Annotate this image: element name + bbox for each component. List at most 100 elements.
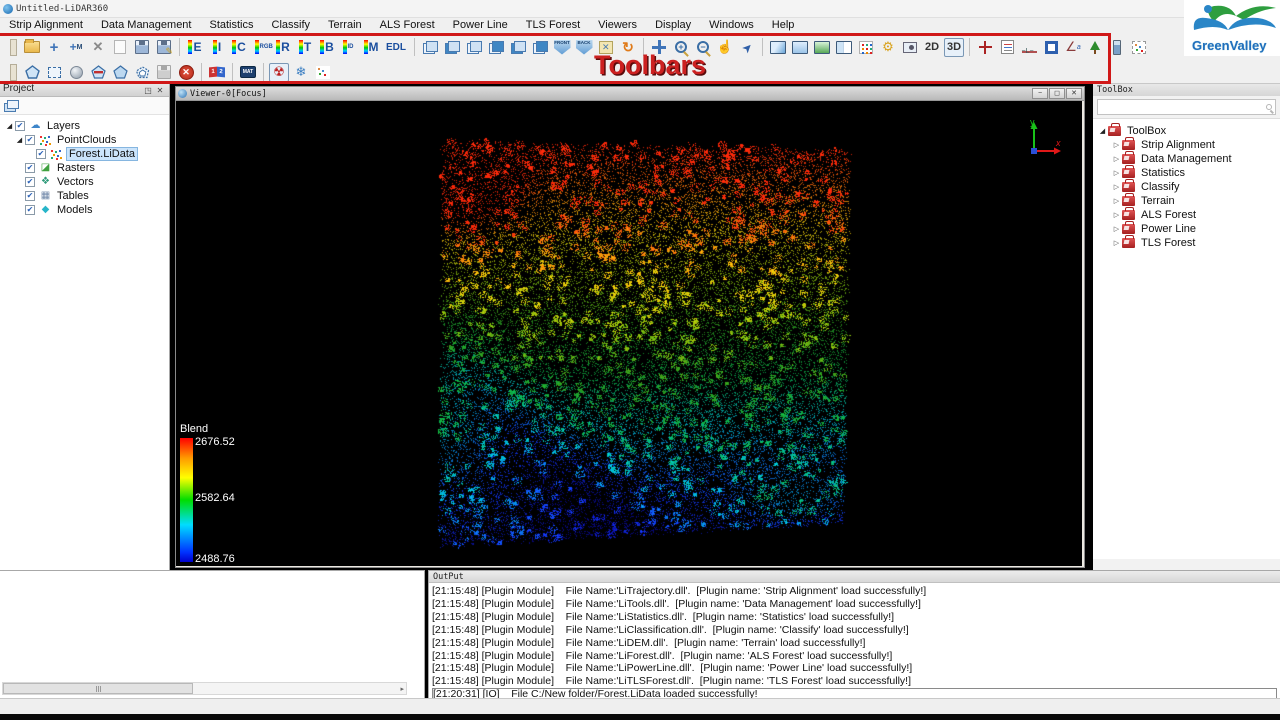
add-model-icon[interactable]: + M [66, 38, 86, 57]
viewer-title-bar[interactable]: Viewer-0[Focus] − ◻ ✕ [176, 87, 1084, 101]
tree-item-vectors[interactable]: ✔ ❖ Vectors [0, 175, 169, 188]
expander-icon[interactable]: ▷ [1111, 141, 1122, 149]
tree-item-classify[interactable]: ▷ Classify [1093, 178, 1280, 193]
camera-snapshot-icon[interactable] [900, 38, 920, 57]
lasso-select-icon[interactable] [132, 63, 152, 82]
expander-icon[interactable]: ◢ [1097, 127, 1108, 135]
checkbox[interactable]: ✔ [15, 120, 25, 131]
remove-data-icon[interactable]: ✕ [88, 38, 108, 57]
display-by-class-icon[interactable]: C [229, 38, 249, 57]
add-select-icon[interactable] [110, 63, 130, 82]
viewer-3d-canvas-area[interactable]: Blend 2676.52 2582.64 2488.76 y x [176, 101, 1082, 566]
display-blend-icon[interactable]: B [317, 38, 337, 57]
point-cloud-canvas[interactable] [176, 101, 1082, 566]
height-measure-icon[interactable] [1085, 38, 1105, 57]
checkbox[interactable]: ✔ [25, 204, 35, 215]
glass-mode-icon[interactable]: ☢ [269, 62, 289, 82]
back-view-icon[interactable]: BACK [574, 38, 594, 57]
view-left-icon[interactable] [464, 38, 484, 57]
view-top-icon[interactable] [420, 38, 440, 57]
menu-als-forest[interactable]: ALS Forest [371, 18, 444, 33]
point-render-icon[interactable] [313, 63, 333, 82]
copy-icon[interactable] [110, 38, 130, 57]
view-back-icon[interactable] [530, 38, 550, 57]
sample-dice-icon[interactable]: 12 [207, 63, 227, 82]
display-by-return-icon[interactable]: R [273, 38, 293, 57]
save-as-icon[interactable] [154, 38, 174, 57]
display-by-id-icon[interactable]: ID [339, 38, 359, 57]
edl-toggle-icon[interactable]: EDL [383, 38, 409, 57]
display-by-elevation-icon[interactable]: E [185, 38, 205, 57]
menu-help[interactable]: Help [763, 18, 804, 33]
tree-item-statistics[interactable]: ▷ Statistics [1093, 164, 1280, 179]
tree-item-power-line[interactable]: ▷ Power Line [1093, 220, 1280, 235]
layers-stack-icon[interactable] [4, 100, 19, 112]
toolbox-search-input[interactable] [1101, 101, 1266, 113]
menu-terrain[interactable]: Terrain [319, 18, 371, 33]
tree-item-models[interactable]: ✔ ◆ Models [0, 203, 169, 216]
checkbox[interactable]: ✔ [36, 148, 46, 159]
menu-display[interactable]: Display [646, 18, 700, 33]
pick-point-icon[interactable]: ➤ [733, 33, 761, 61]
capture-viewer-icon[interactable] [812, 38, 832, 57]
view-right-icon[interactable] [486, 38, 506, 57]
float-panel-icon[interactable]: ◳ [142, 86, 154, 95]
tree-item-forest-lidata[interactable]: ✔ Forest.LiData [0, 146, 169, 161]
tree-item-rasters[interactable]: ✔ ◪ Rasters [0, 161, 169, 174]
area-measure-icon[interactable] [1041, 38, 1061, 57]
tree-item-data-management[interactable]: ▷ Data Management [1093, 150, 1280, 165]
tree-item-strip-alignment[interactable]: ▷ Strip Alignment [1093, 136, 1280, 151]
pan-move-icon[interactable] [649, 38, 669, 57]
open-file-icon[interactable] [22, 38, 42, 57]
split-view-icon[interactable] [834, 38, 854, 57]
menu-strip-alignment[interactable]: Strip Alignment [0, 18, 92, 33]
wireframe-mode-icon[interactable]: ❄ [291, 63, 311, 82]
tree-item-toolbox-root[interactable]: ◢ ToolBox [1093, 122, 1280, 137]
expander-icon[interactable]: ▷ [1111, 155, 1122, 163]
expander-icon[interactable]: ▷ [1111, 239, 1122, 247]
scrollbar-thumb[interactable] [3, 683, 193, 694]
log-line[interactable]: [21:15:48] [Plugin Module] File Name:'Li… [432, 662, 1277, 675]
new-viewer-icon[interactable] [768, 38, 788, 57]
menu-statistics[interactable]: Statistics [200, 18, 262, 33]
menu-viewers[interactable]: Viewers [589, 18, 646, 33]
color-palette-icon[interactable] [856, 38, 876, 57]
density-measure-icon[interactable] [1129, 38, 1149, 57]
viewer-minimize-icon[interactable]: − [1032, 88, 1048, 99]
tree-item-tls-forest[interactable]: ▷ TLS Forest [1093, 234, 1280, 249]
display-by-rgb-icon[interactable]: RGB [251, 38, 273, 57]
view-front-icon[interactable] [508, 38, 528, 57]
full-extent-icon[interactable] [596, 38, 616, 57]
polygon-select-icon[interactable] [22, 63, 42, 82]
settings-gear-icon[interactable]: ⚙ [878, 38, 898, 57]
log-line[interactable]: [21:15:48] [Plugin Module] File Name:'Li… [432, 585, 1277, 598]
crosshair-measure-icon[interactable] [975, 38, 995, 57]
volume-measure-icon[interactable] [1107, 38, 1127, 57]
log-line[interactable]: [21:15:48] [Plugin Module] File Name:'Li… [432, 598, 1277, 611]
checkbox[interactable]: ✔ [25, 134, 35, 145]
viewer-maximize-icon[interactable]: ◻ [1049, 88, 1065, 99]
distance-measure-icon[interactable] [1019, 38, 1039, 57]
save-icon[interactable] [132, 38, 152, 57]
checkbox[interactable]: ✔ [25, 190, 35, 201]
sphere-select-icon[interactable] [66, 63, 86, 82]
front-view-icon[interactable]: FRONT [552, 38, 572, 57]
horizontal-scrollbar[interactable]: ▸ [2, 682, 407, 695]
rotate-view-icon[interactable]: ↻ [618, 38, 638, 57]
tree-item-pointclouds[interactable]: ◢ ✔ PointClouds [0, 133, 169, 146]
checkbox[interactable]: ✔ [25, 176, 35, 187]
add-data-icon[interactable]: + [44, 38, 64, 57]
log-line[interactable]: [21:15:48] [Plugin Module] File Name:'Li… [432, 637, 1277, 650]
mat-tool-icon[interactable]: MAT [238, 63, 258, 82]
log-line[interactable]: [21:15:48] [Plugin Module] File Name:'Li… [432, 675, 1277, 688]
tree-item-layers[interactable]: ◢ ✔ ☁ Layers [0, 119, 169, 132]
close-panel-icon[interactable]: ✕ [154, 86, 166, 95]
save-selection-icon[interactable] [154, 63, 174, 82]
subtract-select-icon[interactable] [88, 63, 108, 82]
tree-item-tables[interactable]: ✔ ▦ Tables [0, 189, 169, 202]
angle-measure-icon[interactable]: ∠ a [1063, 38, 1083, 57]
tree-item-terrain[interactable]: ▷ Terrain [1093, 192, 1280, 207]
log-line[interactable]: [21:15:48] [Plugin Module] File Name:'Li… [432, 624, 1277, 637]
expander-icon[interactable]: ▷ [1111, 211, 1122, 219]
profile-tool-icon[interactable] [997, 38, 1017, 57]
